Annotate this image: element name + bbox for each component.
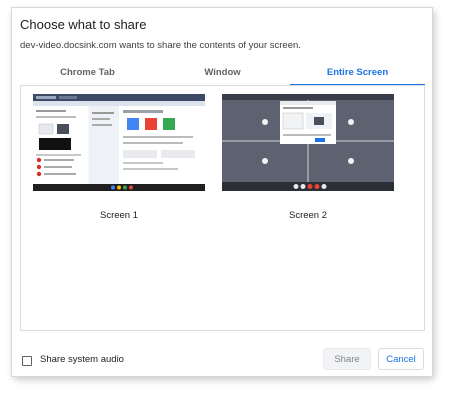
screen-1-thumbnail: [33, 94, 205, 191]
share-audio-checkbox[interactable]: [22, 356, 32, 366]
cancel-button[interactable]: Cancel: [378, 348, 424, 370]
tab-window[interactable]: Window: [155, 60, 290, 86]
screen-2-thumbnail: [222, 94, 394, 191]
screen-2-label: Screen 2: [288, 210, 328, 221]
screen-option-2[interactable]: Screen 2: [222, 94, 394, 224]
share-audio-label: Share system audio: [40, 354, 124, 365]
tab-bar: Chrome Tab Window Entire Screen: [20, 60, 425, 86]
dialog-title: Choose what to share: [20, 17, 147, 32]
tab-entire-screen[interactable]: Entire Screen: [290, 60, 425, 86]
screen-option-1[interactable]: Screen 1: [33, 94, 205, 224]
tab-chrome-tab[interactable]: Chrome Tab: [20, 60, 155, 86]
screen-list-panel: Screen 1 Screen 2: [20, 86, 425, 331]
dialog-subtitle: dev-video.docsink.com wants to share the…: [20, 40, 301, 51]
share-dialog: Choose what to share dev-video.docsink.c…: [12, 8, 432, 376]
share-button[interactable]: Share: [323, 348, 371, 370]
screen-1-label: Screen 1: [99, 210, 139, 221]
